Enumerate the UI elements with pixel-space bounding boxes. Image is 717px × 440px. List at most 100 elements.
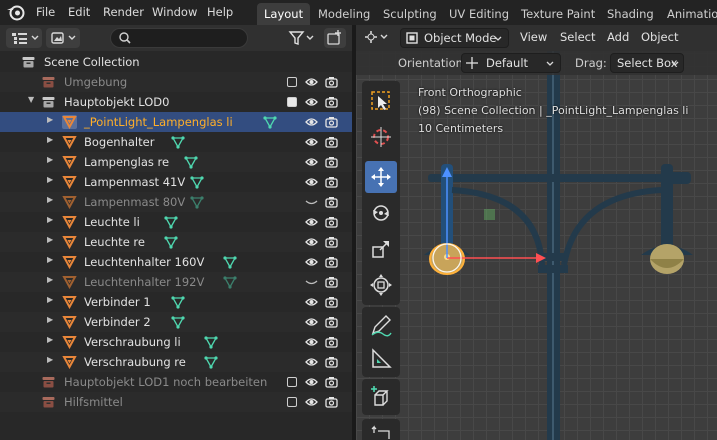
expand-arrow-icon[interactable]: ▶ [47,115,57,124]
menu-edit[interactable]: Edit [68,5,90,19]
visibility-eye-icon[interactable] [305,256,318,268]
expand-arrow-icon[interactable]: ▶ [47,295,57,304]
3d-viewport[interactable]: Object Mode View Select Add Object Orien… [356,25,717,440]
expand-arrow-icon[interactable]: ▶ [47,355,57,364]
tool-select-box[interactable] [365,85,397,117]
render-camera-icon[interactable] [325,396,338,408]
visibility-eye-icon[interactable] [305,296,318,308]
render-camera-icon[interactable] [325,156,338,168]
exclude-checkbox[interactable] [287,397,297,407]
visibility-eye-icon[interactable] [305,76,318,88]
drag-dropdown[interactable]: Select Box [610,53,684,73]
tool-extra[interactable] [365,421,397,440]
outliner-object-row[interactable]: ▶ _PointLight_Lampenglas li [0,112,352,132]
mesh-data-icon[interactable] [184,155,198,169]
tool-transform[interactable] [365,269,397,301]
menu-help[interactable]: Help [207,5,233,19]
outliner-object-row[interactable]: ▶ Lampenmast 80V [0,192,352,212]
mesh-data-icon[interactable] [223,275,237,289]
render-camera-icon[interactable] [325,336,338,348]
outliner-object-row[interactable]: ▶ Leuchte li [0,212,352,232]
outliner-object-row[interactable]: ▶ Bogenhalter [0,132,352,152]
outliner-object-row[interactable]: ▶ Lampenmast 41V [0,172,352,192]
mesh-data-icon[interactable] [190,175,204,189]
orientation-dropdown[interactable]: Default [461,53,561,73]
menu-file[interactable]: File [36,5,55,19]
visibility-eye-icon[interactable] [305,236,318,248]
viewport-menu-object[interactable]: Object [641,30,678,44]
render-camera-icon[interactable] [325,216,338,228]
outliner-object-row[interactable]: ▶ Leuchte re [0,232,352,252]
render-camera-icon[interactable] [325,256,338,268]
collapse-arrow-icon[interactable]: ▼ [28,95,38,104]
visibility-eye-icon[interactable] [305,316,318,328]
mesh-data-icon[interactable] [164,215,178,229]
visibility-eye-closed-icon[interactable] [305,196,318,208]
outliner-object-row[interactable]: ▶ Verbinder 2 [0,312,352,332]
visibility-eye-icon[interactable] [305,376,318,388]
mesh-data-icon[interactable] [170,135,185,149]
mesh-data-icon[interactable] [190,195,204,209]
tool-measure[interactable] [365,343,397,375]
tab-shading[interactable]: Shading [600,3,661,25]
outliner-collection-row[interactable]: ▼ Hauptobjekt LOD0 [0,92,352,112]
blender-logo-icon[interactable] [6,3,26,21]
visibility-eye-icon[interactable] [305,156,318,168]
mesh-data-icon[interactable] [203,335,218,349]
expand-arrow-icon[interactable]: ▶ [47,155,57,164]
outliner-object-row[interactable]: ▶ Verschraubung li [0,332,352,352]
visibility-eye-icon[interactable] [305,136,318,148]
viewport-menu-view[interactable]: View [520,30,547,44]
outliner-scene-row[interactable]: Scene Collection [0,52,352,72]
expand-arrow-icon[interactable]: ▶ [47,315,57,324]
tool-move[interactable] [365,161,397,193]
expand-arrow-icon[interactable]: ▶ [47,255,57,264]
new-collection-button[interactable] [324,28,346,48]
outliner-object-row[interactable]: ▶ Leuchtenhalter 160V [0,252,352,272]
mesh-data-icon[interactable] [263,115,277,129]
display-mode-button[interactable] [46,28,80,48]
filter-button[interactable] [286,28,320,48]
search-field[interactable] [110,28,248,48]
render-camera-icon[interactable] [325,236,338,248]
render-camera-icon[interactable] [325,76,338,88]
tool-rotate[interactable] [365,197,397,229]
expand-arrow-icon[interactable]: ▶ [47,275,57,284]
tool-annotate[interactable] [365,309,397,341]
visibility-eye-icon[interactable] [305,356,318,368]
visibility-eye-icon[interactable] [305,396,318,408]
mesh-data-icon[interactable] [170,315,185,329]
tab-uv-editing[interactable]: UV Editing [442,3,516,25]
mesh-data-icon[interactable] [203,355,218,369]
visibility-eye-icon[interactable] [305,96,318,108]
editor-type-button[interactable] [6,28,42,48]
render-camera-icon[interactable] [325,196,338,208]
tab-layout[interactable]: Layout [257,3,311,25]
tool-cursor[interactable] [365,121,397,153]
viewport-menu-select[interactable]: Select [560,30,595,44]
mesh-data-icon[interactable] [170,295,185,309]
exclude-checkbox[interactable] [287,77,297,87]
render-camera-icon[interactable] [325,176,338,188]
render-camera-icon[interactable] [325,116,338,128]
visibility-eye-closed-icon[interactable] [305,276,318,288]
expand-arrow-icon[interactable]: ▶ [47,215,57,224]
render-camera-icon[interactable] [325,296,338,308]
outliner-object-row[interactable]: ▶ Lampenglas re [0,152,352,172]
tool-scale[interactable] [365,233,397,265]
visibility-eye-icon[interactable] [305,176,318,188]
menu-window[interactable]: Window [152,5,197,19]
expand-arrow-icon[interactable]: ▶ [47,195,57,204]
outliner-object-row[interactable]: ▶ Verbinder 1 [0,292,352,312]
expand-arrow-icon[interactable]: ▶ [47,335,57,344]
visibility-eye-icon[interactable] [305,336,318,348]
expand-arrow-icon[interactable]: ▶ [47,235,57,244]
exclude-checkbox[interactable] [287,97,297,107]
tab-modeling[interactable]: Modeling [311,3,377,25]
outliner-collection-row[interactable]: Hilfsmittel [0,392,352,412]
exclude-checkbox[interactable] [287,377,297,387]
expand-arrow-icon[interactable]: ▶ [47,135,57,144]
viewport-menu-add[interactable]: Add [607,30,629,44]
mesh-data-icon[interactable] [223,255,237,269]
tab-animation[interactable]: Animation [660,3,717,25]
